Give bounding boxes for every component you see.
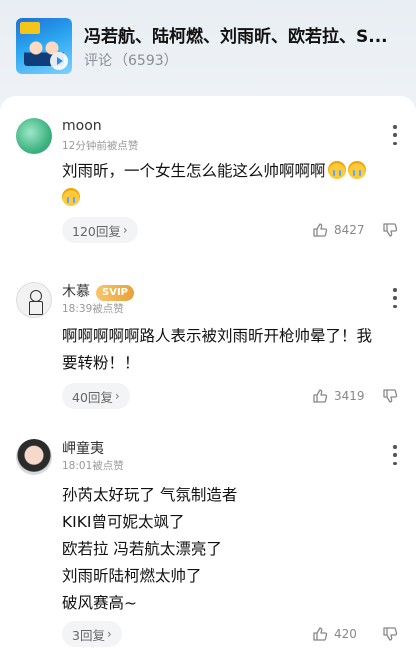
username[interactable]: moon — [62, 118, 102, 134]
comments-count: 评论 （6593） — [84, 50, 178, 70]
avatar[interactable] — [16, 282, 52, 318]
emoji-crying-icon — [62, 188, 80, 206]
comments-panel: moon 12分钟前被点赞 刘雨昕，一个女生怎么能这么帅啊啊啊 120回复 › 8… — [0, 96, 416, 652]
reply-count: 40回复 — [72, 389, 113, 405]
comment-text: 孙芮太好玩了 气氛制造者 KIKI曾可妮太飒了 欧若拉 冯若航太漂亮了 刘雨昕陆… — [62, 482, 398, 617]
username[interactable]: 木慕 — [62, 284, 90, 300]
video-cover-thumbnail[interactable] — [16, 18, 72, 74]
reply-button[interactable]: 40回复 › — [62, 383, 130, 409]
thumb-up-icon — [313, 389, 328, 403]
like-count: 8427 — [334, 223, 365, 237]
like-time: 18:01被点赞 — [62, 460, 124, 472]
comment-line: KIKI曾可妮太飒了 — [62, 513, 185, 531]
video-title[interactable]: 冯若航、陆柯燃、刘雨昕、欧若拉、S... — [84, 22, 404, 47]
episode-badge — [20, 22, 40, 34]
like-time: 18:39被点赞 — [62, 303, 124, 315]
like-button[interactable]: 8427 — [312, 222, 365, 238]
emoji-crying-icon — [347, 161, 366, 179]
comment-line: 欧若拉 冯若航太漂亮了 — [62, 540, 222, 558]
username[interactable]: 岬童夷 — [62, 438, 104, 458]
reply-button[interactable]: 3回复 › — [62, 621, 122, 647]
comment-text: 刘雨昕，一个女生怎么能这么帅啊啊啊 — [62, 158, 398, 212]
video-header[interactable]: 冯若航、陆柯燃、刘雨昕、欧若拉、S... 评论 （6593） — [0, 0, 416, 100]
comment-line: 要转粉！！ — [62, 354, 140, 372]
reply-count: 120回复 — [72, 223, 121, 239]
dislike-button[interactable] — [382, 626, 398, 646]
thumb-down-icon — [383, 627, 398, 641]
avatar[interactable] — [16, 118, 52, 154]
comment-line: 刘雨昕陆柯燃太帅了 — [62, 567, 202, 585]
emoji-crying-icon — [327, 161, 346, 179]
reply-button[interactable]: 120回复 › — [62, 217, 138, 243]
dislike-button[interactable] — [382, 388, 398, 408]
comments-label: 评论 — [84, 53, 112, 69]
like-count: 420 — [334, 627, 357, 641]
comment-line: 破风赛高~ — [62, 594, 137, 612]
more-icon[interactable] — [392, 288, 398, 308]
like-count: 3419 — [334, 389, 365, 403]
chevron-right-icon: › — [106, 627, 112, 641]
dislike-button[interactable] — [382, 222, 398, 242]
thumb-up-icon — [313, 627, 328, 641]
thumb-down-icon — [383, 389, 398, 403]
thumb-up-icon — [313, 223, 328, 237]
reply-count: 3回复 — [72, 627, 105, 643]
comment-line: 啊啊啊啊啊路人表示被刘雨昕开枪帅晕了！我 — [62, 327, 373, 345]
username-row: 木慕 SVIP — [62, 281, 134, 301]
more-icon[interactable] — [392, 125, 398, 145]
play-icon[interactable] — [50, 52, 68, 70]
chevron-right-icon: › — [122, 223, 128, 237]
avatar[interactable] — [16, 439, 52, 475]
like-time: 12分钟前被点赞 — [62, 140, 139, 152]
comment-line: 刘雨昕，一个女生怎么能这么帅啊啊啊 — [62, 162, 326, 180]
comment-text: 啊啊啊啊啊路人表示被刘雨昕开枪帅晕了！我 要转粉！！ — [62, 323, 398, 377]
chevron-right-icon: › — [114, 389, 120, 403]
like-button[interactable]: 420 — [312, 626, 357, 642]
more-icon[interactable] — [392, 445, 398, 465]
comments-number: （6593） — [114, 53, 178, 69]
like-button[interactable]: 3419 — [312, 388, 365, 404]
thumb-down-icon — [383, 223, 398, 237]
comment-line: 孙芮太好玩了 气氛制造者 — [62, 486, 238, 504]
svip-badge: SVIP — [96, 285, 134, 301]
